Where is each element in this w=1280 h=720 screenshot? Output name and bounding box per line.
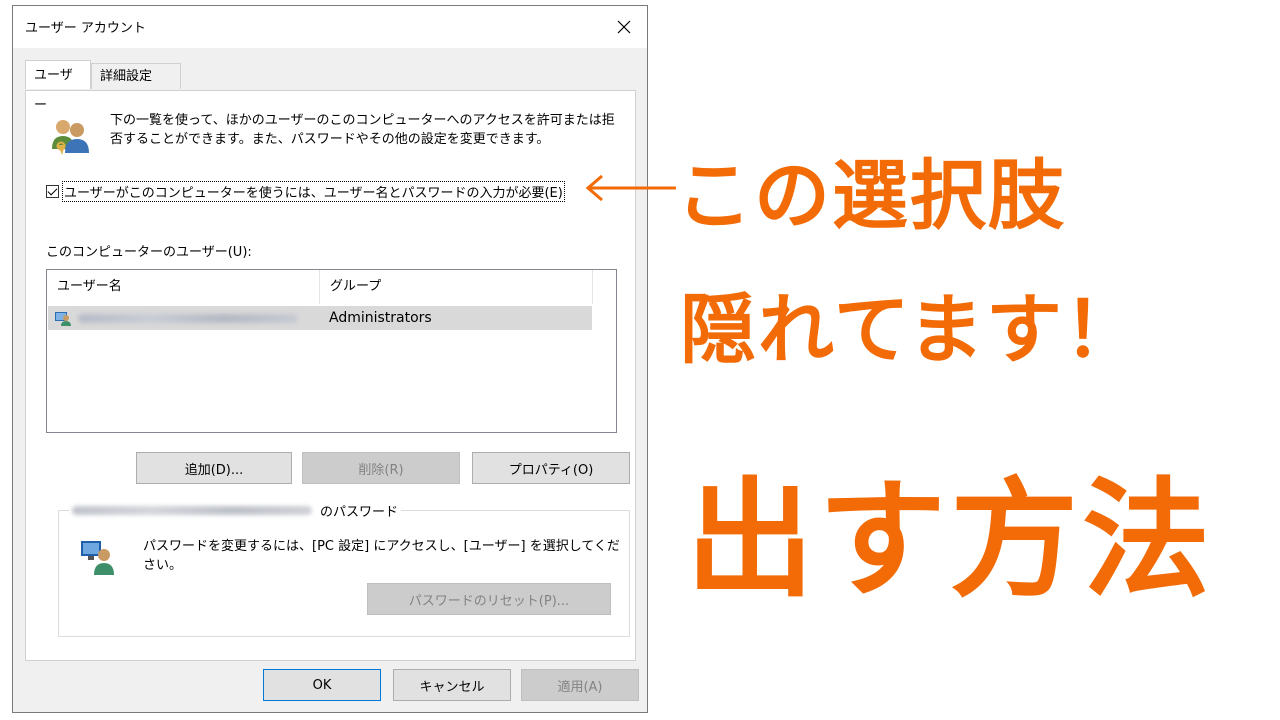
password-group-legend-text: のパスワード	[320, 505, 399, 520]
properties-button[interactable]: プロパティ(O)	[472, 452, 630, 484]
user-account-icon	[55, 312, 71, 326]
require-login-row[interactable]: ユーザーがこのコンピューターを使うには、ユーザー名とパスワードの入力が必要(E)	[46, 181, 565, 202]
column-header-username[interactable]: ユーザー名	[47, 270, 320, 304]
annotation-line-3: 出す方法	[686, 466, 1215, 615]
annotation-line-2: 隠れてます！	[680, 285, 1142, 374]
window-title: ユーザー アカウント	[25, 21, 146, 36]
tab-panel-user: 下の一覧を使って、ほかのユーザーのこのコンピューターへのアクセスを許可または拒否…	[25, 90, 636, 661]
ok-button[interactable]: OK	[263, 669, 381, 701]
left-arrow-icon	[585, 174, 676, 202]
password-group: のパスワード パスワードを変更するには、[PC 設定] にアクセスし、[ユーザー…	[58, 501, 630, 637]
user-accounts-dialog: ユーザー アカウント ユーザー 詳細設定 下の一覧を使って、ほかのユーザーのこの…	[12, 5, 648, 713]
username-blurred	[78, 314, 298, 323]
table-row[interactable]: Administrators	[48, 306, 592, 330]
user-group: Administrators	[329, 310, 432, 326]
column-header-group[interactable]: グループ	[320, 270, 593, 304]
cancel-button[interactable]: キャンセル	[393, 669, 511, 701]
annotation-line-1: この選択肢	[676, 151, 1066, 240]
require-login-checkbox[interactable]	[46, 185, 59, 198]
users-list-header: ユーザー名 グループ	[47, 270, 593, 304]
tab-user[interactable]: ユーザー	[25, 60, 91, 113]
users-icon	[52, 120, 89, 155]
title-bar: ユーザー アカウント	[13, 6, 647, 48]
password-group-legend: のパスワード	[69, 501, 402, 520]
remove-button[interactable]: 削除(R)	[302, 452, 460, 484]
password-help-text: パスワードを変更するには、[PC 設定] にアクセスし、[ユーザー] を選択して…	[143, 539, 620, 573]
apply-button[interactable]: 適用(A)	[521, 669, 639, 701]
username-blurred	[72, 506, 312, 515]
users-list[interactable]: ユーザー名 グループ Administrators	[46, 269, 617, 433]
close-icon	[617, 20, 631, 34]
require-login-label[interactable]: ユーザーがこのコンピューターを使うには、ユーザー名とパスワードの入力が必要(E)	[62, 181, 565, 202]
close-button[interactable]	[601, 6, 647, 48]
user-monitor-icon	[81, 541, 114, 575]
intro-text: 下の一覧を使って、ほかのユーザーのこのコンピューターへのアクセスを許可または拒否…	[110, 113, 615, 147]
reset-password-button[interactable]: パスワードのリセット(P)...	[367, 583, 611, 615]
tab-advanced[interactable]: 詳細設定	[91, 63, 181, 89]
users-list-label: このコンピューターのユーザー(U):	[46, 245, 252, 260]
add-button[interactable]: 追加(D)...	[136, 452, 292, 484]
